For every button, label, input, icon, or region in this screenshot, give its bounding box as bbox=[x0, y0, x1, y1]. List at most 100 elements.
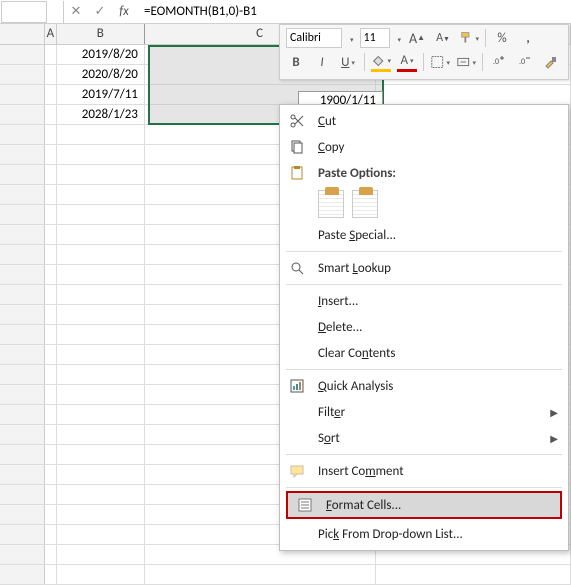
italic-button[interactable]: I bbox=[312, 52, 332, 72]
row-header[interactable] bbox=[0, 145, 45, 164]
fx-icon[interactable]: fx bbox=[112, 1, 136, 23]
decrease-font-button[interactable]: A▼ bbox=[433, 28, 453, 48]
row-header[interactable] bbox=[0, 265, 45, 284]
cell[interactable] bbox=[57, 565, 145, 584]
cell[interactable] bbox=[376, 85, 571, 104]
name-box[interactable] bbox=[1, 1, 47, 23]
row-header[interactable] bbox=[0, 45, 45, 64]
decrease-decimal-button[interactable]: .0 bbox=[515, 52, 535, 72]
cell[interactable] bbox=[45, 165, 57, 184]
row-header[interactable] bbox=[0, 405, 45, 424]
row-header[interactable] bbox=[0, 305, 45, 324]
cell[interactable]: 2019/7/11 bbox=[57, 85, 145, 104]
menu-format-cells[interactable]: Format Cells... bbox=[286, 491, 562, 519]
percent-style-button[interactable]: % bbox=[492, 28, 512, 48]
menu-filter[interactable]: Filter ▶ bbox=[280, 399, 568, 425]
paste-values-button[interactable] bbox=[352, 190, 378, 218]
cell[interactable]: 2020/8/20 bbox=[57, 65, 145, 84]
cell[interactable] bbox=[57, 385, 145, 404]
cell[interactable] bbox=[45, 65, 57, 84]
cell[interactable] bbox=[145, 565, 376, 584]
row-header[interactable] bbox=[0, 165, 45, 184]
cell[interactable] bbox=[57, 245, 145, 264]
comma-style-button[interactable]: , bbox=[518, 28, 538, 48]
row-header[interactable] bbox=[0, 545, 45, 564]
row-header[interactable] bbox=[0, 325, 45, 344]
cell[interactable] bbox=[57, 285, 145, 304]
cell[interactable] bbox=[45, 345, 57, 364]
menu-cut[interactable]: Cut bbox=[280, 108, 568, 134]
row-header[interactable] bbox=[0, 425, 45, 444]
row-header[interactable] bbox=[0, 65, 45, 84]
cell[interactable] bbox=[57, 545, 145, 564]
cell[interactable] bbox=[45, 445, 57, 464]
cell[interactable] bbox=[45, 105, 57, 124]
row-header[interactable] bbox=[0, 125, 45, 144]
paste-default-button[interactable] bbox=[318, 190, 344, 218]
formula-input[interactable]: =EOMONTH(B1,0)-B1 bbox=[136, 1, 571, 23]
cell[interactable] bbox=[57, 305, 145, 324]
cell[interactable] bbox=[45, 565, 57, 584]
increase-decimal-button[interactable]: .0 bbox=[489, 52, 509, 72]
cell[interactable] bbox=[57, 185, 145, 204]
row-header[interactable] bbox=[0, 565, 45, 584]
cell[interactable] bbox=[45, 505, 57, 524]
cancel-icon[interactable]: ✕ bbox=[64, 1, 88, 23]
row-header[interactable] bbox=[0, 225, 45, 244]
row-header[interactable] bbox=[0, 205, 45, 224]
menu-insert-comment[interactable]: Insert Comment bbox=[280, 458, 568, 484]
cell[interactable] bbox=[45, 185, 57, 204]
cell[interactable] bbox=[57, 485, 145, 504]
size-dropdown-icon[interactable] bbox=[396, 31, 402, 46]
row-header[interactable] bbox=[0, 365, 45, 384]
cell[interactable] bbox=[57, 265, 145, 284]
cell[interactable] bbox=[57, 225, 145, 244]
cell[interactable] bbox=[57, 325, 145, 344]
cell[interactable] bbox=[45, 45, 57, 64]
font-size-combo[interactable] bbox=[360, 28, 390, 48]
cell[interactable] bbox=[45, 325, 57, 344]
confirm-icon[interactable]: ✓ bbox=[88, 1, 112, 23]
cell[interactable] bbox=[57, 445, 145, 464]
row-header[interactable] bbox=[0, 245, 45, 264]
underline-button[interactable]: U bbox=[338, 52, 358, 72]
cell[interactable] bbox=[57, 505, 145, 524]
cell[interactable] bbox=[45, 205, 57, 224]
cell[interactable] bbox=[45, 85, 57, 104]
cell[interactable] bbox=[45, 485, 57, 504]
cell[interactable] bbox=[45, 245, 57, 264]
col-header-B[interactable]: B bbox=[57, 24, 145, 44]
menu-copy[interactable]: Copy bbox=[280, 134, 568, 160]
increase-font-button[interactable]: A▲ bbox=[407, 28, 427, 48]
menu-paste-special[interactable]: Paste Special... bbox=[280, 222, 568, 248]
cell[interactable] bbox=[45, 425, 57, 444]
cell[interactable] bbox=[57, 405, 145, 424]
cell[interactable] bbox=[45, 265, 57, 284]
font-family-combo[interactable] bbox=[286, 28, 342, 48]
font-dropdown-icon[interactable] bbox=[348, 31, 354, 46]
menu-quick-analysis[interactable]: Quick Analysis bbox=[280, 373, 568, 399]
cell[interactable] bbox=[45, 525, 57, 544]
row-header[interactable] bbox=[0, 185, 45, 204]
cell[interactable] bbox=[57, 125, 145, 144]
cell[interactable] bbox=[57, 345, 145, 364]
cell[interactable] bbox=[57, 145, 145, 164]
row-header[interactable] bbox=[0, 485, 45, 504]
cell[interactable] bbox=[45, 365, 57, 384]
cell[interactable] bbox=[45, 145, 57, 164]
cell[interactable] bbox=[45, 405, 57, 424]
cell[interactable] bbox=[45, 385, 57, 404]
cell[interactable] bbox=[57, 465, 145, 484]
cell[interactable] bbox=[57, 205, 145, 224]
menu-delete[interactable]: Delete... bbox=[280, 314, 568, 340]
cell[interactable] bbox=[45, 305, 57, 324]
merge-button[interactable] bbox=[456, 52, 476, 72]
row-header[interactable] bbox=[0, 385, 45, 404]
row-header[interactable] bbox=[0, 525, 45, 544]
row-header[interactable] bbox=[0, 505, 45, 524]
row-header[interactable] bbox=[0, 105, 45, 124]
bold-button[interactable]: B bbox=[286, 52, 306, 72]
font-color-button[interactable]: A bbox=[397, 52, 417, 72]
row-header[interactable] bbox=[0, 465, 45, 484]
select-all-corner[interactable] bbox=[0, 24, 45, 44]
